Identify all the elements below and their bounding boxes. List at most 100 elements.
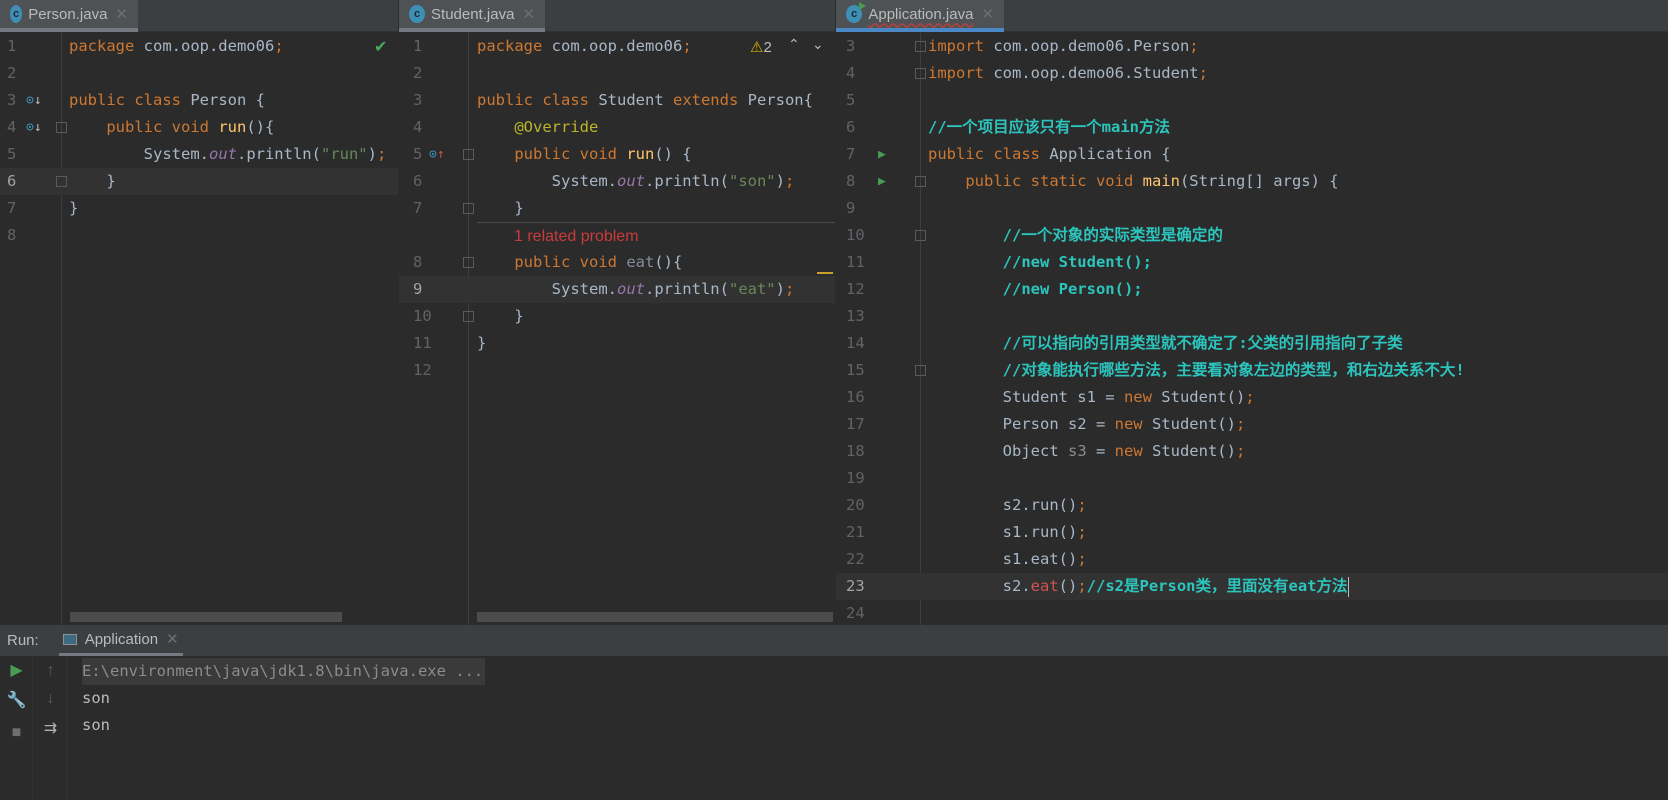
tab-application[interactable]: c Application.java ✕ xyxy=(836,0,1004,32)
code-token: "eat" xyxy=(728,280,776,298)
class-icon: c xyxy=(846,2,867,23)
code-token: extends xyxy=(672,91,748,109)
fold-marker-icon[interactable] xyxy=(463,311,474,322)
run-gutter-icon[interactable]: ▶ xyxy=(878,168,886,195)
line-number: 9 xyxy=(846,199,856,217)
line-number: 16 xyxy=(846,388,865,406)
tab-label: Person.java xyxy=(28,5,108,23)
overrides-icon[interactable]: ⊙↑ xyxy=(429,141,445,168)
code-line: 5 public void run() {⊙↑ xyxy=(399,141,835,168)
line-text: public void eat(){ xyxy=(477,249,682,276)
code-line: 8 public static void main(String[] args)… xyxy=(836,168,1668,195)
code-line: 12 xyxy=(399,357,835,384)
code-token: ) xyxy=(367,145,377,163)
code-token: () xyxy=(1058,577,1078,595)
fold-marker-icon[interactable] xyxy=(915,176,926,187)
tab-student[interactable]: c Student.java ✕ xyxy=(399,0,545,32)
code-token: s2.run() xyxy=(928,496,1078,514)
line-text: } xyxy=(69,168,116,195)
line-number: 21 xyxy=(846,523,865,541)
warning-indicator[interactable]: ⚠2 xyxy=(750,38,772,56)
fold-marker-icon[interactable] xyxy=(56,176,67,187)
code-token: public void xyxy=(106,118,219,136)
rerun-icon[interactable]: ▶ xyxy=(0,660,33,680)
line-number: 7 xyxy=(413,199,423,217)
console-output[interactable]: E:\environment\java\jdk1.8\bin\java.exe … xyxy=(68,656,1668,800)
console-line: E:\environment\java\jdk1.8\bin\java.exe … xyxy=(82,658,486,685)
line-number: 10 xyxy=(413,307,432,325)
line-number: 15 xyxy=(846,361,865,379)
fold-marker-icon[interactable] xyxy=(915,230,926,241)
code-token: public class xyxy=(477,91,599,109)
code-token: run xyxy=(218,118,247,136)
warning-stripe[interactable] xyxy=(817,272,833,274)
code-token: } xyxy=(477,334,487,352)
close-icon[interactable]: ✕ xyxy=(981,5,994,23)
console-line: son xyxy=(82,716,110,734)
fold-marker-icon[interactable] xyxy=(463,203,474,214)
fold-marker-icon[interactable] xyxy=(463,149,474,160)
line-text: System.out.println("eat"); xyxy=(477,276,795,303)
prev-problem-icon[interactable]: ⌃ xyxy=(788,36,800,53)
code-token: ; xyxy=(1198,64,1208,82)
code-line: 3 public class Person {⊙↓ xyxy=(0,87,398,114)
code-token: Student() xyxy=(1161,388,1246,406)
line-number: 8 xyxy=(413,253,423,271)
arrow-down-icon[interactable]: ↓ xyxy=(34,690,67,708)
horizontal-scrollbar[interactable] xyxy=(70,612,342,622)
line-text: //一个项目应该只有一个main方法 xyxy=(928,114,1170,141)
line-number: 7 xyxy=(846,145,856,163)
line-text: System.out.println("run"); xyxy=(69,141,387,168)
wrench-icon[interactable]: 🔧 xyxy=(0,690,33,710)
code-line: 12 //new Person(); xyxy=(836,276,1668,303)
line-number: 24 xyxy=(846,604,865,622)
code-line: 6 } xyxy=(0,168,398,195)
arrow-up-icon[interactable]: ↑ xyxy=(34,662,67,680)
code-token: //一个项目应该只有一个main方法 xyxy=(928,118,1170,136)
tab-person[interactable]: c Person.java ✕ xyxy=(0,0,138,32)
run-gutter-icon[interactable]: ▶ xyxy=(878,141,886,168)
fold-marker-icon[interactable] xyxy=(56,122,67,133)
fold-marker-icon[interactable] xyxy=(463,257,474,268)
fold-marker-icon[interactable] xyxy=(915,365,926,376)
close-icon[interactable]: ✕ xyxy=(166,630,179,648)
code-token: ; xyxy=(1077,577,1087,595)
line-number: 17 xyxy=(846,415,865,433)
code-token: () { xyxy=(654,145,692,163)
code-line: 18 Object s3 = new Student(); xyxy=(836,438,1668,465)
warning-icon: ⚠ xyxy=(750,39,764,56)
code-area[interactable]: 1 package com.oop.demo06; 2 3 public class S… xyxy=(399,33,835,625)
code-line: 4 @Override xyxy=(399,114,835,141)
code-token: ) xyxy=(775,172,785,190)
implemented-icon[interactable]: ⊙↓ xyxy=(26,114,42,141)
code-token: ; xyxy=(785,172,795,190)
code-token: import xyxy=(928,37,994,55)
next-problem-icon[interactable]: ⌄ xyxy=(812,36,824,53)
line-text: //new Student(); xyxy=(928,249,1152,276)
code-area[interactable]: 1 package com.oop.demo06; 2 3 public class P… xyxy=(0,33,398,625)
related-problem-inlay[interactable]: 1 related problem xyxy=(514,223,639,250)
implemented-icon[interactable]: ⊙↓ xyxy=(26,87,42,114)
code-area[interactable]: 3 import com.oop.demo06.Person; 4 import co… xyxy=(836,33,1668,625)
stop-icon[interactable]: ■ xyxy=(0,724,33,742)
line-text: import com.oop.demo06.Person; xyxy=(928,33,1199,60)
code-token: "son" xyxy=(728,172,776,190)
soft-wrap-icon[interactable]: ⇉ xyxy=(34,718,67,738)
code-token: new xyxy=(1123,388,1162,406)
code-line: 10 } xyxy=(399,303,835,330)
fold-marker-icon[interactable] xyxy=(915,68,926,79)
code-line: 6 //一个项目应该只有一个main方法 xyxy=(836,114,1668,141)
code-line: 23 s2.eat();//s2是Person类，里面没有eat方法 xyxy=(836,573,1668,600)
fold-marker-icon[interactable] xyxy=(915,41,926,52)
code-token: Student() xyxy=(1151,442,1236,460)
code-token: } xyxy=(69,172,116,190)
code-token: Student xyxy=(598,91,673,109)
close-icon[interactable]: ✕ xyxy=(115,5,128,23)
line-number: 2 xyxy=(7,64,17,82)
horizontal-scrollbar[interactable] xyxy=(477,612,833,622)
close-icon[interactable]: ✕ xyxy=(522,5,535,23)
code-token: ) xyxy=(775,280,785,298)
run-tab-application[interactable]: Application ✕ xyxy=(58,625,183,656)
code-line: 9 System.out.println("eat"); xyxy=(399,276,835,303)
